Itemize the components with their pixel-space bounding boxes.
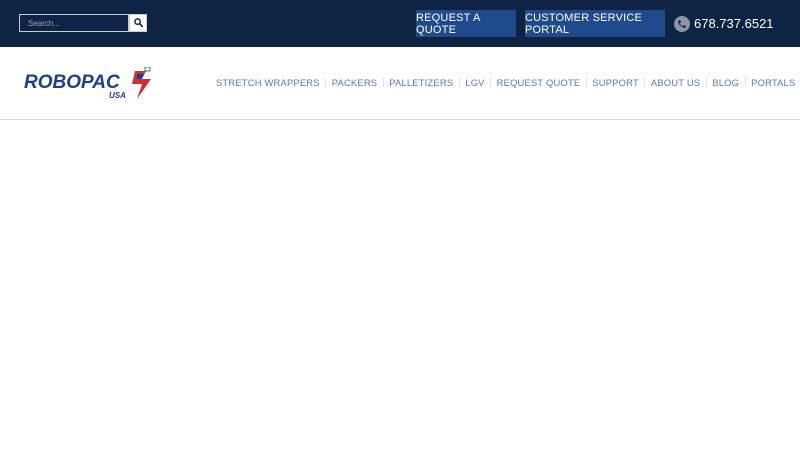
top-bar: REQUEST A QUOTE CUSTOMER SERVICE PORTAL … [0,0,800,47]
nav-item-lgv[interactable]: LGV [465,77,484,88]
logo-sub-text: USA [109,91,126,100]
nav-separator [644,78,646,87]
phone-link[interactable]: 678.737.6521 [674,14,774,33]
search-button[interactable] [129,14,147,32]
nav-separator [490,78,492,87]
nav-item-request-quote[interactable]: REQUEST QUOTE [497,77,581,88]
nav-separator [744,78,746,87]
search-input[interactable] [19,14,129,32]
nav-separator [585,78,587,87]
request-a-quote-button[interactable]: REQUEST A QUOTE [416,10,516,37]
robopac-logo[interactable]: ROBOPAC USA [24,66,156,101]
customer-service-portal-button[interactable]: CUSTOMER SERVICE PORTAL [525,10,665,37]
phone-number: 678.737.6521 [694,16,774,31]
nav-item-packers[interactable]: PACKERS [332,77,378,88]
nav-item-blog[interactable]: BLOG [712,77,739,88]
nav-separator [325,78,327,87]
nav-item-support[interactable]: SUPPORT [592,77,639,88]
nav-item-palletizers[interactable]: PALLETIZERS [389,77,453,88]
nav-separator [382,78,384,87]
search-icon [133,14,143,32]
phone-icon [674,15,690,32]
nav-item-portals[interactable]: PORTALS [751,77,795,88]
nav-item-stretch-wrappers[interactable]: STRETCH WRAPPERS [216,77,320,88]
main-nav: STRETCH WRAPPERS PACKERS PALLETIZERS LGV… [216,77,795,88]
search-bar [19,14,147,32]
nav-separator [705,78,707,87]
nav-item-about-us[interactable]: ABOUT US [651,77,700,88]
page-content-area [0,120,800,450]
main-header: ROBOPAC USA STRETCH WRAPPERS PACKERS PAL… [0,47,800,120]
logo-brand-text: ROBOPAC [24,72,120,93]
nav-separator [458,78,460,87]
